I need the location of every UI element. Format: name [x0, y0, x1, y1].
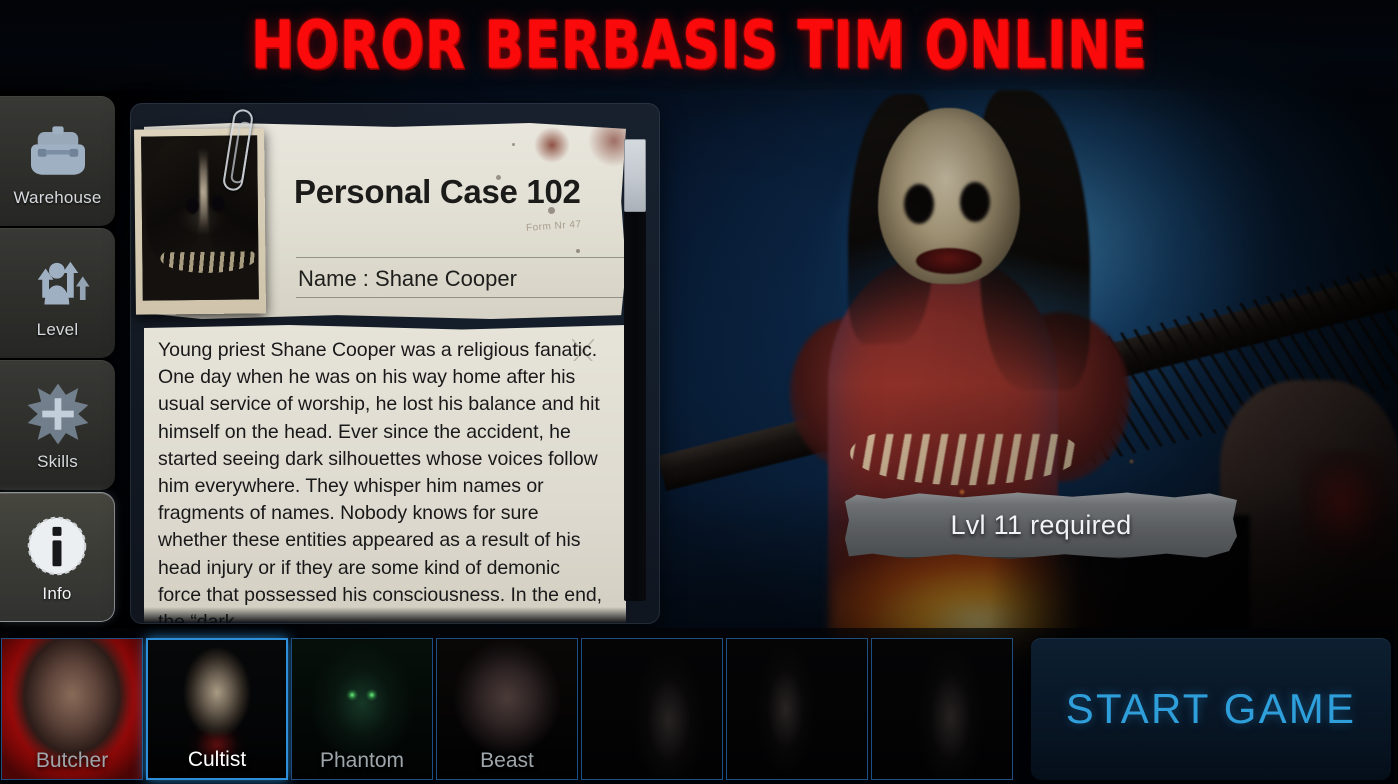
sidebar-item-label: Warehouse: [13, 188, 102, 207]
character-slot-cultist[interactable]: Cultist: [146, 638, 288, 780]
divider: [296, 297, 626, 298]
case-description-text: Young priest Shane Cooper was a religiou…: [158, 339, 603, 623]
divider: [296, 257, 626, 258]
paper-speck: [576, 249, 580, 253]
character-slot-label: Beast: [480, 749, 534, 772]
character-slot-locked-3[interactable]: [871, 638, 1013, 780]
sidebar-item-warehouse[interactable]: Warehouse: [0, 96, 115, 226]
sidebar-item-label: Info: [42, 584, 72, 603]
portrait-eye-left: [185, 198, 199, 215]
faded-form-stamp: Form Nr 47: [525, 219, 582, 234]
sidebar-item-skills[interactable]: Skills: [0, 360, 115, 490]
character-slot-label: Cultist: [187, 748, 247, 771]
start-game-label: START GAME: [1065, 685, 1357, 732]
character-slot-locked-2[interactable]: [726, 638, 868, 780]
game-screen: HOROR BERBASIS TIM ONLINE Warehouse Leve…: [0, 0, 1398, 784]
character-slot-locked-1[interactable]: [581, 638, 723, 780]
backpack-icon: [22, 114, 94, 186]
character-name-value: Name : Shane Cooper: [298, 266, 517, 291]
character-slot-label: Butcher: [35, 749, 109, 772]
personal-case-panel: Personal Case 102 Form Nr 47 Name : Shan…: [130, 103, 660, 624]
sidebar-item-label: Skills: [37, 452, 78, 471]
description-scrollbar[interactable]: [624, 139, 646, 601]
level-requirement-text: Lvl 11 required: [950, 510, 1132, 540]
text-fade-overlay: [144, 607, 626, 623]
character-slot-row: Butcher Cultist Phantom Beast: [1, 638, 1013, 780]
skill-star-icon: [22, 378, 94, 450]
character-slot-butcher[interactable]: Butcher: [1, 638, 143, 780]
paper-speck: [512, 143, 515, 146]
page-title-case: Personal Case 102: [294, 173, 581, 210]
character-slot-label: Phantom: [319, 749, 405, 772]
start-game-button[interactable]: START GAME: [1031, 638, 1391, 780]
title-banner: HOROR BERBASIS TIM ONLINE: [0, 0, 1398, 90]
locked-portrait-art: [727, 639, 867, 779]
sidebar-item-label: Level: [36, 320, 79, 339]
info-circle-icon: [21, 510, 93, 582]
sidebar-item-info[interactable]: Info: [0, 492, 115, 622]
portrait-eye-right: [211, 195, 225, 212]
locked-portrait-art: [582, 639, 722, 779]
character-slot-beast[interactable]: Beast: [436, 638, 578, 780]
case-body-paper: Young priest Shane Cooper was a religiou…: [144, 325, 626, 623]
sidebar: Warehouse Level Skills Info: [0, 96, 115, 624]
character-select-bar: Butcher Cultist Phantom Beast START GAME: [0, 628, 1398, 784]
level-requirement-banner: Lvl 11 required: [845, 492, 1237, 559]
sidebar-item-level[interactable]: Level: [0, 228, 115, 358]
page-title: HOROR BERBASIS TIM ONLINE: [250, 6, 1148, 84]
character-slot-phantom[interactable]: Phantom: [291, 638, 433, 780]
level-up-icon: [22, 246, 94, 318]
portrait-tooth-necklace: [160, 251, 256, 282]
locked-portrait-art: [872, 639, 1012, 779]
description-scrollbar-thumb[interactable]: [624, 139, 646, 212]
